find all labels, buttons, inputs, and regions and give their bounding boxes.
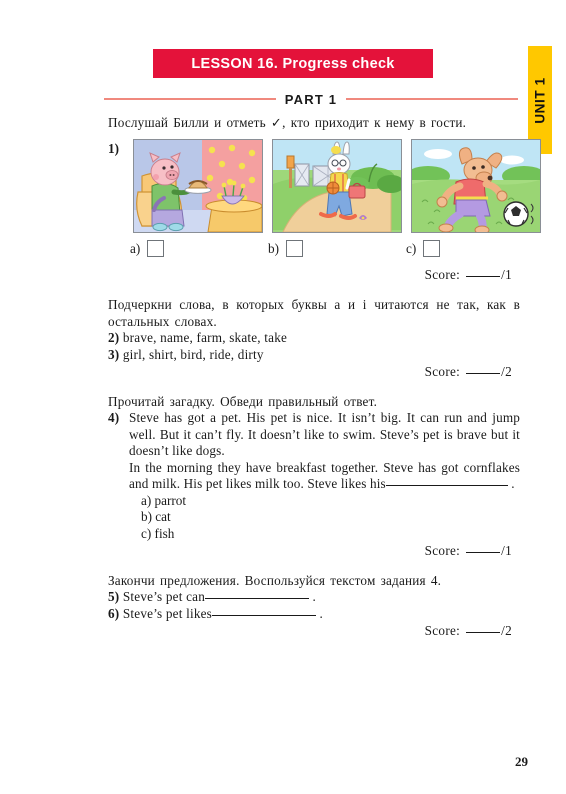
task-5-blank[interactable] (205, 598, 309, 600)
task-4-score: Score: /1 (108, 542, 520, 559)
unit-tab: UNIT 1 (528, 46, 552, 154)
task-5-number: 5) (108, 589, 120, 605)
task-4-score-blank[interactable] (466, 552, 501, 554)
task-1-picture-row: 1) (108, 139, 541, 233)
lesson-banner: LESSON 16. Progress check (153, 49, 433, 78)
task-2-number: 2) (108, 330, 120, 345)
page-number: 29 (515, 754, 528, 769)
task-4-answer-b[interactable]: b) cat (141, 509, 520, 525)
task-4-paragraph-1-text: Steve has got a pet. His pet is nice. It… (129, 410, 520, 459)
task-2-score-max: /2 (501, 364, 512, 379)
task-5-score: Score: /2 (108, 622, 520, 639)
task-4-answer-c-text: fish (154, 525, 175, 541)
task-1-checkbox-b[interactable] (286, 240, 303, 257)
task-4-answer-list: a) parrot b) cat c) fish (141, 493, 520, 542)
task-6-line: 6) Steve’s pet likes . (108, 606, 520, 623)
task-4-paragraph-2-period: . (511, 476, 515, 492)
task-1-prompt: Послушай Билли и отметь ✓, кто приходит … (108, 115, 467, 130)
page-content: Послушай Билли и отметь ✓, кто приходит … (108, 114, 541, 639)
task-6-blank[interactable] (212, 614, 316, 616)
task-4-answer-a-text: parrot (154, 492, 187, 508)
task-4-answer-b-label: b) (141, 509, 152, 525)
part-divider-rule-left (104, 98, 276, 100)
task-1-option-c-label: c) (406, 240, 417, 256)
task-1-checkbox-a[interactable] (147, 240, 165, 257)
task-4-answer-c-label: c) (141, 525, 152, 541)
task-1-option-a-label: a) (130, 240, 141, 256)
task-1-checkbox-c[interactable] (423, 240, 441, 257)
task-5-score-label: Score: (424, 623, 461, 639)
task-5-group: Закончи предложения. Воспользуйся тексто… (108, 572, 520, 639)
task-2-score-label: Score: (424, 364, 461, 379)
task-5-text: Steve’s pet can (122, 589, 205, 605)
task-1-picture-c[interactable] (411, 139, 541, 233)
task-5-score-blank[interactable] (466, 632, 501, 634)
dog-playing-football-illustration (412, 140, 540, 232)
task-4-score-label: Score: (424, 543, 461, 559)
task-4-answer-a-label: a) (141, 492, 152, 508)
task-6-number: 6) (108, 605, 120, 621)
task-1-option-b[interactable]: b) (268, 240, 303, 257)
task-4-group: Прочитай загадку. Обведи правильный отве… (108, 393, 520, 559)
task-4-number: 4) (108, 410, 120, 425)
task-1-number: 1) (108, 141, 119, 156)
task-5-prompt: Закончи предложения. Воспользуйся тексто… (108, 573, 442, 589)
task-4-score-max: /1 (501, 543, 512, 559)
task-4-paragraph-2-text: In the morning they have breakfast toget… (129, 459, 520, 492)
task-1-option-b-label: b) (268, 240, 279, 256)
task-4-answer-a[interactable]: a) parrot (141, 493, 520, 509)
task-1-option-a[interactable]: a) (130, 240, 165, 257)
unit-tab-label: UNIT 1 (532, 76, 548, 124)
task-4-prompt: Прочитай загадку. Обведи правильный отве… (108, 394, 378, 409)
task-5-score-max: /2 (501, 623, 512, 639)
task-2-group: Подчеркни слова, в которых буквы a и i ч… (108, 296, 520, 380)
task-4-paragraph-2: In the morning they have breakfast toget… (129, 460, 520, 493)
task-1-option-c[interactable]: c) (406, 240, 441, 257)
textbook-page: UNIT 1 LESSON 16. Progress check PART 1 … (0, 0, 566, 794)
part-divider-rule-right (346, 98, 518, 100)
task-2-line: 2) brave, name, farm, skate, take (108, 330, 520, 347)
task-3-words[interactable]: girl, shirt, bird, ride, dirty (123, 347, 264, 362)
task-4-answer-c[interactable]: c) fish (141, 526, 520, 542)
lesson-banner-label: LESSON 16. Progress check (191, 55, 395, 72)
task-3-line: 3) girl, shirt, bird, ride, dirty (108, 347, 520, 364)
task-2-score-blank[interactable] (466, 373, 501, 374)
task-2-prompt: Подчеркни слова, в которых буквы a и i ч… (108, 297, 520, 329)
task-1-option-row: a) b) c) (108, 240, 520, 266)
task-1-score-label: Score: (424, 267, 461, 282)
task-1-picture-a[interactable] (133, 139, 263, 233)
task-4-answer-blank[interactable] (385, 485, 508, 487)
part-divider: PART 1 (104, 90, 518, 108)
task-2-words[interactable]: brave, name, farm, skate, take (123, 330, 287, 345)
pig-with-cake-illustration (134, 140, 262, 232)
task-1-score-blank[interactable] (466, 276, 501, 277)
task-6-period: . (319, 605, 323, 621)
task-1-picture-b[interactable] (272, 139, 402, 233)
task-4-paragraph-1: 4) Steve has got a pet. His pet is nice.… (108, 410, 520, 460)
task-4-answer-b-text: cat (155, 509, 171, 525)
part-divider-label: PART 1 (284, 91, 338, 107)
task-6-text: Steve’s pet likes (122, 605, 212, 621)
task-3-number: 3) (108, 346, 120, 362)
task-1-score-max: /1 (501, 267, 512, 282)
task-2-score: Score: /2 (108, 363, 520, 380)
task-1-score: Score: /1 (108, 266, 520, 283)
rabbit-walking-illustration (273, 140, 401, 232)
task-5-line: 5) Steve’s pet can . (108, 589, 520, 606)
task-5-period: . (312, 589, 316, 605)
